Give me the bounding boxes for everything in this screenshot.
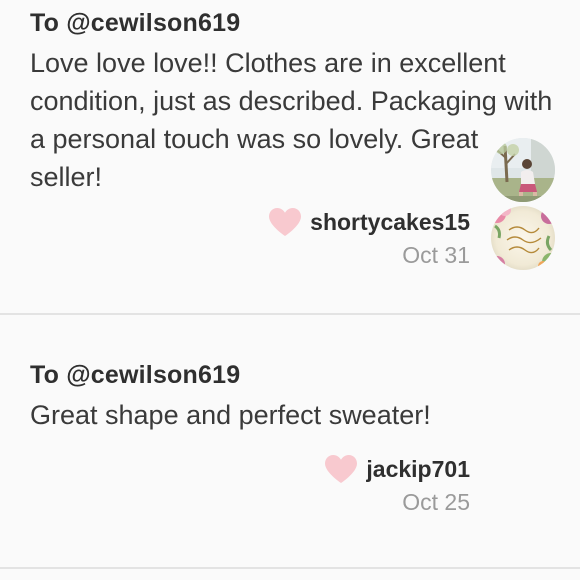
review-author-block: jackip701 Oct 25	[324, 453, 470, 516]
heart-icon[interactable]	[324, 454, 358, 484]
review-recipient: To @cewilson619	[30, 361, 241, 389]
outdoor-photo-avatar-icon	[491, 138, 555, 202]
review-date: Oct 25	[402, 489, 470, 515]
author-username[interactable]: shortycakes15	[310, 209, 470, 236]
author-avatar[interactable]	[491, 206, 555, 270]
review-text: Love love love!! Clothes are in excellen…	[30, 48, 553, 192]
review-card: To @cewilson619 Great shape and perfect …	[0, 138, 580, 569]
author-row: shortycakes15	[268, 206, 470, 238]
author-row: jackip701	[324, 453, 470, 485]
heart-icon[interactable]	[268, 207, 302, 237]
review-text: Great shape and perfect sweater!	[30, 400, 431, 430]
review-author-block: shortycakes15 Oct 31	[268, 206, 470, 269]
author-avatar[interactable]	[491, 138, 555, 202]
floral-script-avatar-icon	[491, 206, 555, 270]
review-date: Oct 31	[402, 242, 470, 268]
author-username[interactable]: jackip701	[366, 456, 470, 483]
divider	[0, 567, 580, 569]
review-recipient: To @cewilson619	[30, 9, 241, 37]
love-notes-feed: To @cewilson619 Love love love!! Clothes…	[0, 0, 580, 580]
